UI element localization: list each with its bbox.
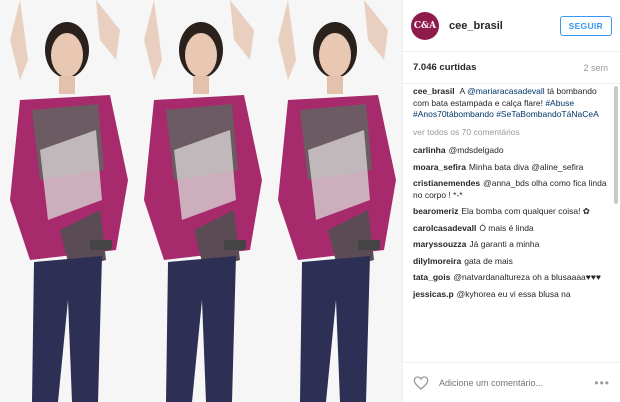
comments-list[interactable]: cee_brasil A @mariaracasadevall tá bomba… — [403, 86, 612, 360]
comment-username[interactable]: dilylmoreira — [413, 256, 461, 266]
comment-item: moara_sefira Minha bata diva @aline_sefir… — [413, 162, 608, 174]
comment-text: Ó mais é linda — [479, 222, 534, 233]
add-comment-bar: ••• — [403, 362, 620, 402]
model-figure — [268, 0, 402, 402]
comment-text: gata de mais — [464, 255, 513, 266]
comment-username[interactable]: carlinha — [413, 145, 446, 155]
comment-text: @kyhorea eu vi essa blusa na — [456, 288, 571, 299]
comment-text: Minha bata diva @aline_sefira — [468, 161, 584, 172]
comment-item: cristianemendes @anna_bds olha como fica … — [413, 178, 608, 201]
caption-username[interactable]: cee_brasil — [413, 86, 455, 96]
comment-username[interactable]: bearomeriz — [413, 206, 458, 216]
likes-count[interactable]: 7.046 curtidas — [413, 62, 476, 73]
post-stats: 7.046 curtidas 2 sem — [403, 52, 620, 84]
comment-text: Já garanti a minha — [469, 239, 540, 249]
comment-username[interactable]: carolcasadevall — [413, 223, 476, 233]
comment-item: carlinha @mdsdelgado — [413, 145, 608, 157]
comment-username[interactable]: jessicas.p — [413, 289, 454, 299]
caption-text: A — [459, 86, 465, 96]
comment-text: @natvardanaltureza oh a blusaaaa♥♥♥ — [453, 272, 601, 282]
comment-item: maryssouzza Já garanti a minha — [413, 239, 608, 251]
comment-username[interactable]: cristianemendes — [413, 178, 480, 188]
follow-button[interactable]: SEGUIR — [559, 15, 612, 36]
post-header: C&A cee_brasil SEGUIR — [403, 0, 620, 52]
comment-item: tata_gois @natvardanaltureza oh a blusaaa… — [413, 272, 608, 284]
comment-username[interactable]: moara_sefira — [413, 162, 466, 172]
comment-item: bearomeriz Ela bomba com qualquer coisa! … — [413, 206, 608, 218]
post-photo[interactable] — [0, 0, 402, 402]
more-options-icon[interactable]: ••• — [594, 376, 610, 390]
comment-username[interactable]: maryssouzza — [413, 239, 466, 249]
caption-hashtag[interactable]: #Anos70tábombando — [413, 109, 494, 119]
caption-hashtag[interactable]: #SeTaBombandoTáNaCeA — [496, 109, 599, 119]
comment-text: @mdsdelgado — [448, 145, 504, 155]
avatar[interactable]: C&A — [411, 11, 439, 40]
post-time[interactable]: 2 sem — [583, 63, 608, 73]
comment-item: carolcasadevall Ó mais é linda — [413, 223, 608, 235]
comment-item: dilylmoreira gata de mais — [413, 256, 608, 268]
post-caption: cee_brasil A @mariaracasadevall tá bomba… — [413, 86, 608, 121]
heart-outline-icon[interactable] — [413, 375, 429, 391]
model-figure — [134, 0, 268, 402]
post-side-panel: C&A cee_brasil SEGUIR 7.046 curtidas 2 s… — [402, 0, 620, 402]
caption-mention[interactable]: @mariaracasadevall — [467, 86, 545, 96]
comment-username[interactable]: tata_gois — [413, 272, 450, 282]
caption-hashtag[interactable]: #Abuse — [545, 98, 574, 108]
view-all-comments-link[interactable]: ver todos os 70 comentários — [413, 127, 608, 139]
comment-item: jessicas.p @kyhorea eu vi essa blusa na — [413, 289, 608, 301]
model-figure — [0, 0, 134, 402]
comments-scrollbar[interactable] — [614, 86, 618, 204]
comment-text: Ela bomba com qualquer coisa! ✿ — [461, 206, 590, 216]
username[interactable]: cee_brasil — [449, 20, 560, 32]
add-comment-input[interactable] — [439, 377, 595, 388]
